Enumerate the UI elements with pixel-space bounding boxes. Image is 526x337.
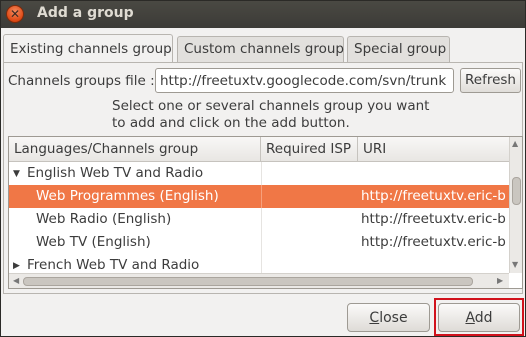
tree-row[interactable]: Web Radio (English) http://freetuxtv.eri… <box>9 208 509 231</box>
scroll-up-icon[interactable]: ▲ <box>512 139 518 148</box>
tab-special-group[interactable]: Special group <box>347 36 450 62</box>
add-button[interactable]: Add <box>438 303 520 332</box>
channels-groups-file-input[interactable] <box>155 68 454 93</box>
scroll-right-icon[interactable]: ▶ <box>497 276 503 285</box>
tree-cell-isp <box>261 185 358 208</box>
tree-cell-name: ▼ English Web TV and Radio <box>9 165 261 181</box>
scroll-left-icon[interactable]: ◀ <box>13 276 19 285</box>
row-label: French Web TV and Radio <box>27 257 200 273</box>
tree-cell-name: Web TV (English) <box>36 234 151 250</box>
tree-cell-name: Web Radio (English) <box>36 211 172 227</box>
vertical-scrollbar[interactable]: ▲ ▼ <box>509 137 522 273</box>
column-header-languages[interactable]: Languages/Channels group <box>9 137 261 161</box>
tree-cell-name: ▶ French Web TV and Radio <box>9 257 261 273</box>
add-mnemonic: A <box>465 310 475 326</box>
tree-cell-isp <box>261 231 358 254</box>
horizontal-scrollbar[interactable]: ◀ ▶ <box>9 273 509 288</box>
add-label-rest: dd <box>474 310 493 326</box>
tree-row-selected[interactable]: Web Programmes (English) http://freetuxt… <box>9 185 509 208</box>
tree-header: Languages/Channels group Required ISP UR… <box>9 137 509 162</box>
instructions-line-1: Select one or several channels group you… <box>112 98 430 114</box>
tree-cell-isp <box>261 162 358 185</box>
close-icon: ✕ <box>9 7 21 21</box>
add-group-dialog: ✕ Add a group Existing channels group Cu… <box>0 0 526 337</box>
tree-cell-uri: http://freetuxtv.eric-b <box>361 234 506 250</box>
instructions-line-2: to add and click on the add button. <box>112 115 350 131</box>
channels-group-tree[interactable]: Languages/Channels group Required ISP UR… <box>8 136 523 289</box>
titlebar: ✕ Add a group <box>1 1 525 28</box>
column-header-required-isp[interactable]: Required ISP <box>261 137 358 161</box>
refresh-button[interactable]: Refresh <box>460 68 521 93</box>
tab-custom-channels-group[interactable]: Custom channels group <box>177 36 344 62</box>
channels-groups-file-label: Channels groups file : <box>8 73 155 89</box>
close-button[interactable]: Close <box>347 303 430 332</box>
window-close-button[interactable]: ✕ <box>6 5 24 23</box>
tree-cell-uri: http://freetuxtv.eric-b <box>361 211 506 227</box>
window-title: Add a group <box>37 5 134 21</box>
close-mnemonic: C <box>369 310 380 326</box>
close-label-rest: lose <box>379 310 408 326</box>
tree-row[interactable]: Web TV (English) http://freetuxtv.eric-b <box>9 231 509 254</box>
horizontal-scroll-thumb[interactable] <box>23 277 473 286</box>
column-header-uri[interactable]: URI <box>358 137 509 161</box>
row-label: English Web TV and Radio <box>27 165 204 181</box>
expander-collapsed-icon[interactable]: ▶ <box>13 261 23 271</box>
tree-row[interactable]: ▼ English Web TV and Radio <box>9 162 509 185</box>
instructions-text: Select one or several channels group you… <box>112 98 492 132</box>
scroll-down-icon[interactable]: ▼ <box>512 260 518 269</box>
tree-cell-isp <box>261 208 358 231</box>
tree-cell-name: Web Programmes (English) <box>36 188 219 204</box>
tree-rows: ▼ English Web TV and Radio Web Programmes… <box>9 162 509 277</box>
vertical-scroll-thumb[interactable] <box>512 177 521 205</box>
expander-expanded-icon[interactable]: ▼ <box>13 169 23 179</box>
tree-cell-uri: http://freetuxtv.eric-b <box>361 188 506 204</box>
tab-existing-channels-group[interactable]: Existing channels group <box>3 34 173 62</box>
